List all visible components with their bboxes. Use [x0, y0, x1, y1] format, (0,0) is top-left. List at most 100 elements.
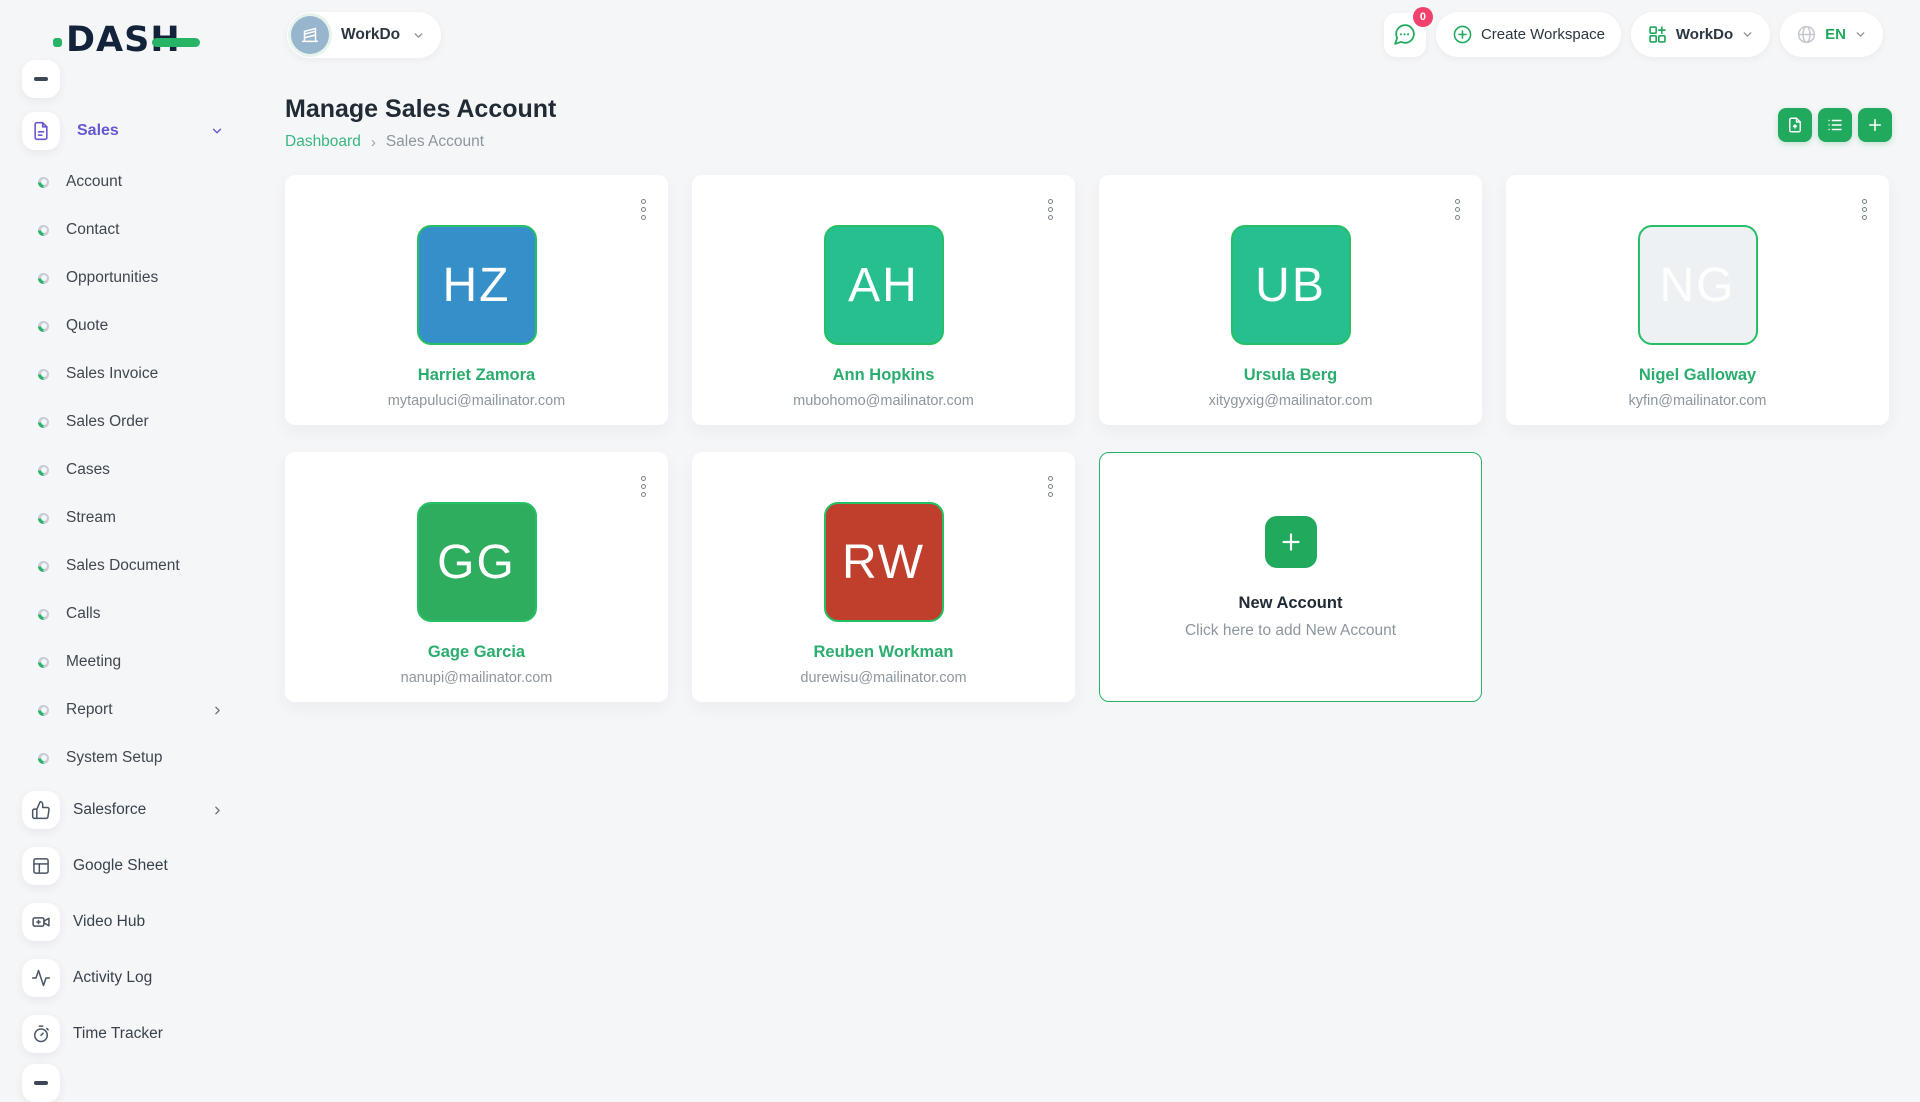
language-code: EN [1825, 26, 1846, 43]
sidebar-item-calls[interactable]: Calls [0, 590, 250, 638]
app-switcher-dropdown[interactable]: WorkDo [1631, 12, 1770, 57]
kebab-dot-icon [641, 484, 646, 489]
list-view-button[interactable] [1818, 108, 1852, 142]
create-workspace-button[interactable]: Create Workspace [1436, 12, 1621, 57]
account-name-link[interactable]: Gage Garcia [428, 643, 525, 662]
card-menu-button[interactable] [1044, 472, 1057, 501]
workspace-name: WorkDo [341, 26, 400, 44]
file-export-icon [1786, 116, 1804, 134]
app-switcher-label: WorkDo [1676, 26, 1733, 43]
sidebar-item-contact[interactable]: Contact [0, 206, 250, 254]
card-menu-button[interactable] [637, 195, 650, 224]
breadcrumb: Dashboard › Sales Account [285, 133, 484, 151]
account-card-nigel-galloway[interactable]: NG Nigel Galloway kyfin@mailinator.com [1506, 175, 1889, 425]
account-email: nanupi@mailinator.com [401, 670, 553, 686]
create-workspace-label: Create Workspace [1481, 26, 1605, 43]
sidebar: Sales Account Contact Opportunities Quot… [0, 48, 250, 1080]
bullet-icon [38, 417, 49, 428]
sidebar-item-account[interactable]: Account [0, 158, 250, 206]
spreadsheet-icon [31, 856, 51, 876]
sidebar-item-cases[interactable]: Cases [0, 446, 250, 494]
module-icon-card [22, 903, 60, 941]
sidebar-item-salesforce[interactable]: Salesforce [0, 782, 250, 838]
bullet-icon [38, 657, 49, 668]
account-email: durewisu@mailinator.com [800, 670, 966, 686]
sidebar-item-activity-log[interactable]: Activity Log [0, 950, 250, 1006]
sidebar-item-report[interactable]: Report [0, 686, 250, 734]
account-name-link[interactable]: Harriet Zamora [418, 366, 535, 385]
kebab-dot-icon [1048, 199, 1053, 204]
header-actions: 0 Create Workspace WorkDo [1384, 12, 1883, 57]
module-icon-card [22, 791, 60, 829]
sidebar-item-time-tracker[interactable]: Time Tracker [0, 1006, 250, 1062]
account-card-ann-hopkins[interactable]: AH Ann Hopkins mubohomo@mailinator.com [692, 175, 1075, 425]
sidebar-item-system-setup[interactable]: System Setup [0, 734, 250, 782]
sidebar-item-quote[interactable]: Quote [0, 302, 250, 350]
plus-circle-icon [1452, 24, 1473, 45]
account-avatar: UB [1231, 225, 1351, 345]
bullet-icon [38, 561, 49, 572]
module-icon-card [22, 1015, 60, 1053]
card-menu-button[interactable] [1858, 195, 1871, 224]
sidebar-item-google-sheet[interactable]: Google Sheet [0, 838, 250, 894]
breadcrumb-dashboard-link[interactable]: Dashboard [285, 133, 361, 151]
account-name-link[interactable]: Reuben Workman [814, 643, 954, 662]
account-card-gage-garcia[interactable]: GG Gage Garcia nanupi@mailinator.com [285, 452, 668, 702]
modules-menu: Salesforce Google Sheet [0, 782, 250, 1062]
account-avatar: NG [1638, 225, 1758, 345]
language-dropdown[interactable]: EN [1780, 12, 1883, 57]
sidebar-collapsed-item[interactable] [22, 60, 60, 98]
plus-icon [1866, 116, 1884, 134]
kebab-dot-icon [641, 476, 646, 481]
add-account-button[interactable] [1265, 516, 1317, 568]
kebab-dot-icon [641, 492, 646, 497]
account-name-link[interactable]: Ann Hopkins [833, 366, 935, 385]
breadcrumb-separator: › [371, 134, 376, 151]
thumbs-up-icon [31, 800, 51, 820]
breadcrumb-current: Sales Account [386, 133, 484, 151]
export-accounts-button[interactable] [1778, 108, 1812, 142]
sidebar-item-label: Sales [77, 122, 119, 140]
sidebar-item-video-hub[interactable]: Video Hub [0, 894, 250, 950]
kebab-dot-icon [1455, 199, 1460, 204]
sidebar-item-sales-invoice[interactable]: Sales Invoice [0, 350, 250, 398]
new-account-title: New Account [1239, 594, 1343, 613]
sidebar-item-label: Account [66, 173, 122, 191]
kebab-dot-icon [1862, 199, 1867, 204]
card-menu-button[interactable] [1044, 195, 1057, 224]
new-account-card[interactable]: New Account Click here to add New Accoun… [1099, 452, 1482, 702]
workspace-selector[interactable]: WorkDo [287, 12, 441, 58]
account-avatar: AH [824, 225, 944, 345]
bullet-icon [38, 753, 49, 764]
logo-green-bar [152, 38, 200, 47]
account-card-reuben-workman[interactable]: RW Reuben Workman durewisu@mailinator.co… [692, 452, 1075, 702]
sidebar-item-stream[interactable]: Stream [0, 494, 250, 542]
sidebar-partial-item[interactable] [22, 1064, 60, 1102]
add-account-header-button[interactable] [1858, 108, 1892, 142]
account-card-harriet-zamora[interactable]: HZ Harriet Zamora mytapuluci@mailinator.… [285, 175, 668, 425]
account-card-ursula-berg[interactable]: UB Ursula Berg xitygyxig@mailinator.com [1099, 175, 1482, 425]
sidebar-item-opportunities[interactable]: Opportunities [0, 254, 250, 302]
card-menu-button[interactable] [637, 472, 650, 501]
sidebar-item-meeting[interactable]: Meeting [0, 638, 250, 686]
kebab-dot-icon [1048, 215, 1053, 220]
messages-count-badge: 0 [1413, 7, 1433, 27]
kebab-dot-icon [1862, 215, 1867, 220]
sidebar-item-label: Opportunities [66, 269, 158, 287]
bullet-icon [38, 225, 49, 236]
sidebar-item-label: Quote [66, 317, 108, 335]
sidebar-item-sales[interactable]: Sales [22, 111, 228, 151]
account-avatar: HZ [417, 225, 537, 345]
page-title: Manage Sales Account [285, 95, 556, 124]
sidebar-item-sales-order[interactable]: Sales Order [0, 398, 250, 446]
bullet-icon [38, 321, 49, 332]
bullet-icon [38, 609, 49, 620]
bullet-icon [38, 177, 49, 188]
account-name-link[interactable]: Ursula Berg [1244, 366, 1338, 385]
chevron-right-icon [211, 804, 224, 817]
messages-button[interactable]: 0 [1384, 13, 1426, 57]
sidebar-item-sales-document[interactable]: Sales Document [0, 542, 250, 590]
account-name-link[interactable]: Nigel Galloway [1639, 366, 1756, 385]
sidebar-item-label: Cases [66, 461, 110, 479]
card-menu-button[interactable] [1451, 195, 1464, 224]
